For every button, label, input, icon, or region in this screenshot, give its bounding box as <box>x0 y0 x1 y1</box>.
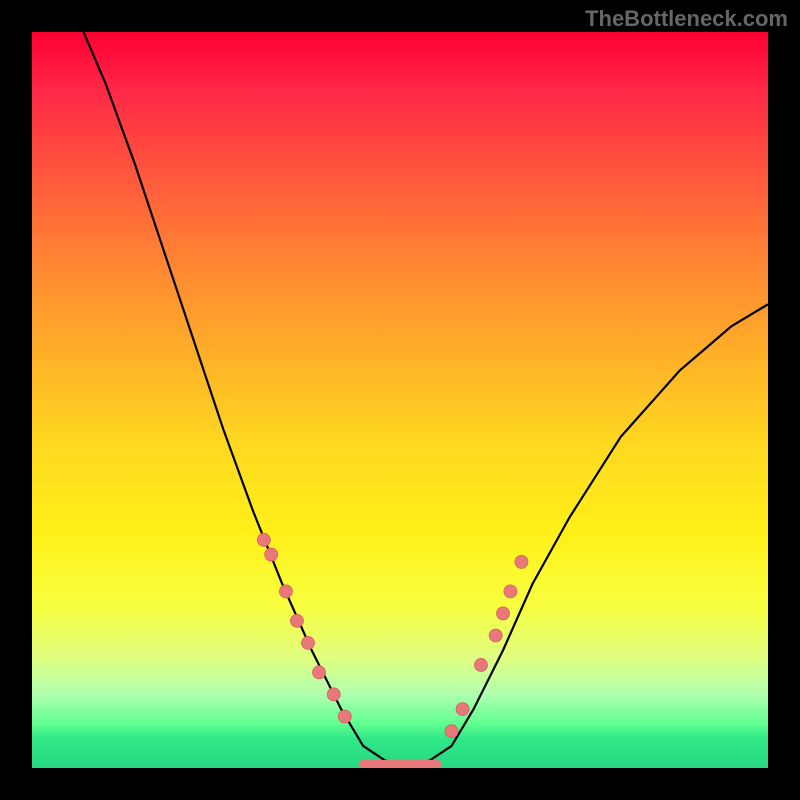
data-marker <box>290 614 303 627</box>
data-marker <box>327 688 340 701</box>
data-marker <box>279 585 292 598</box>
data-marker <box>313 666 326 679</box>
markers-left-group <box>257 533 351 723</box>
data-marker <box>474 658 487 671</box>
data-marker <box>456 703 469 716</box>
data-marker <box>265 548 278 561</box>
data-marker <box>504 585 517 598</box>
chart-svg <box>32 32 768 768</box>
markers-right-group <box>445 555 528 737</box>
data-marker <box>338 710 351 723</box>
data-marker <box>257 533 270 546</box>
data-marker <box>445 725 458 738</box>
watermark-text: TheBottleneck.com <box>585 6 788 32</box>
bottleneck-curve <box>84 32 768 764</box>
data-marker <box>497 607 510 620</box>
chart-container <box>32 32 768 768</box>
data-marker <box>515 555 528 568</box>
data-marker <box>302 636 315 649</box>
data-marker <box>489 629 502 642</box>
